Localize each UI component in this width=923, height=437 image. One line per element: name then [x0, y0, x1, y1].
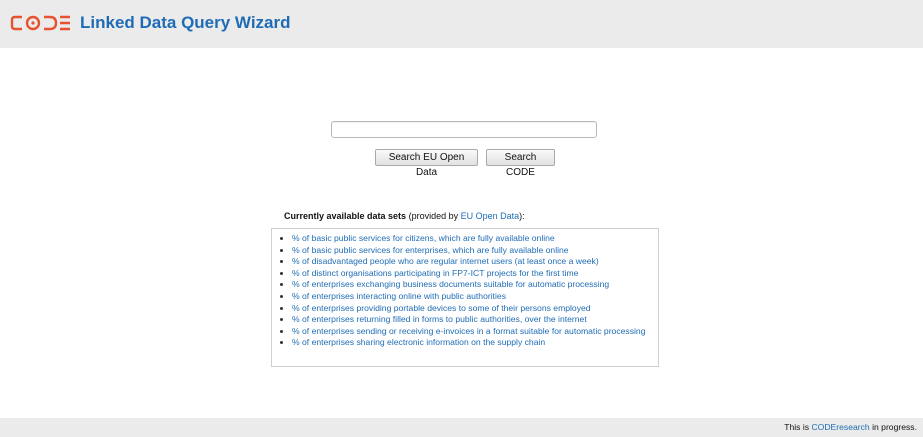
footer-text: This is CODEresearch in progress.: [784, 422, 917, 432]
logo[interactable]: Linked Data Query Wizard: [10, 12, 291, 34]
list-item: % of disadvantaged people who are regula…: [292, 256, 658, 268]
list-item: % of enterprises returning filled in for…: [292, 314, 658, 326]
datasets-heading: Currently available data sets (provided …: [284, 211, 525, 221]
dataset-link[interactable]: % of basic public services for citizens,…: [292, 233, 555, 243]
list-item: % of enterprises interacting online with…: [292, 291, 658, 303]
dataset-link[interactable]: % of enterprises exchanging business doc…: [292, 279, 609, 289]
search-code-button[interactable]: Search CODE: [486, 149, 555, 178]
dataset-link[interactable]: % of enterprises interacting online with…: [292, 291, 506, 301]
header-bar: Linked Data Query Wizard: [0, 0, 923, 48]
dataset-link[interactable]: % of enterprises sending or receiving e-…: [292, 326, 645, 336]
search-input[interactable]: [331, 121, 597, 138]
code-logo-icon: [10, 15, 70, 31]
dataset-link[interactable]: % of basic public services for enterpris…: [292, 245, 569, 255]
datasets-list: % of basic public services for citizens,…: [272, 229, 658, 349]
list-item: % of enterprises providing portable devi…: [292, 303, 658, 315]
list-item: % of basic public services for enterpris…: [292, 245, 658, 257]
list-item: % of enterprises sharing electronic info…: [292, 337, 658, 349]
list-item: % of basic public services for citizens,…: [292, 233, 658, 245]
dataset-link[interactable]: % of distinct organisations participatin…: [292, 268, 578, 278]
list-item: % of distinct organisations participatin…: [292, 268, 658, 280]
datasets-provided-prefix: (provided by: [408, 211, 461, 221]
dataset-link[interactable]: % of enterprises returning filled in for…: [292, 314, 587, 324]
dataset-link[interactable]: % of enterprises sharing electronic info…: [292, 337, 545, 347]
datasets-heading-bold: Currently available data sets: [284, 211, 407, 221]
footer-prefix: This is: [784, 422, 812, 432]
footer-bar: This is CODEresearch in progress.: [0, 418, 923, 437]
app-title: Linked Data Query Wizard: [80, 13, 291, 32]
datasets-list-box[interactable]: % of basic public services for citizens,…: [271, 228, 659, 367]
footer-suffix: in progress.: [869, 422, 917, 432]
datasets-provided-suffix: ):: [519, 211, 525, 221]
dataset-link[interactable]: % of disadvantaged people who are regula…: [292, 256, 599, 266]
code-research-link[interactable]: CODEresearch: [811, 422, 869, 432]
dataset-link[interactable]: % of enterprises providing portable devi…: [292, 303, 591, 313]
code-logo-mark: [10, 15, 72, 31]
list-item: % of enterprises exchanging business doc…: [292, 279, 658, 291]
search-eu-open-data-button[interactable]: Search EU Open Data: [375, 149, 478, 178]
eu-open-data-link[interactable]: EU Open Data: [461, 211, 520, 221]
list-item: % of enterprises sending or receiving e-…: [292, 326, 658, 338]
